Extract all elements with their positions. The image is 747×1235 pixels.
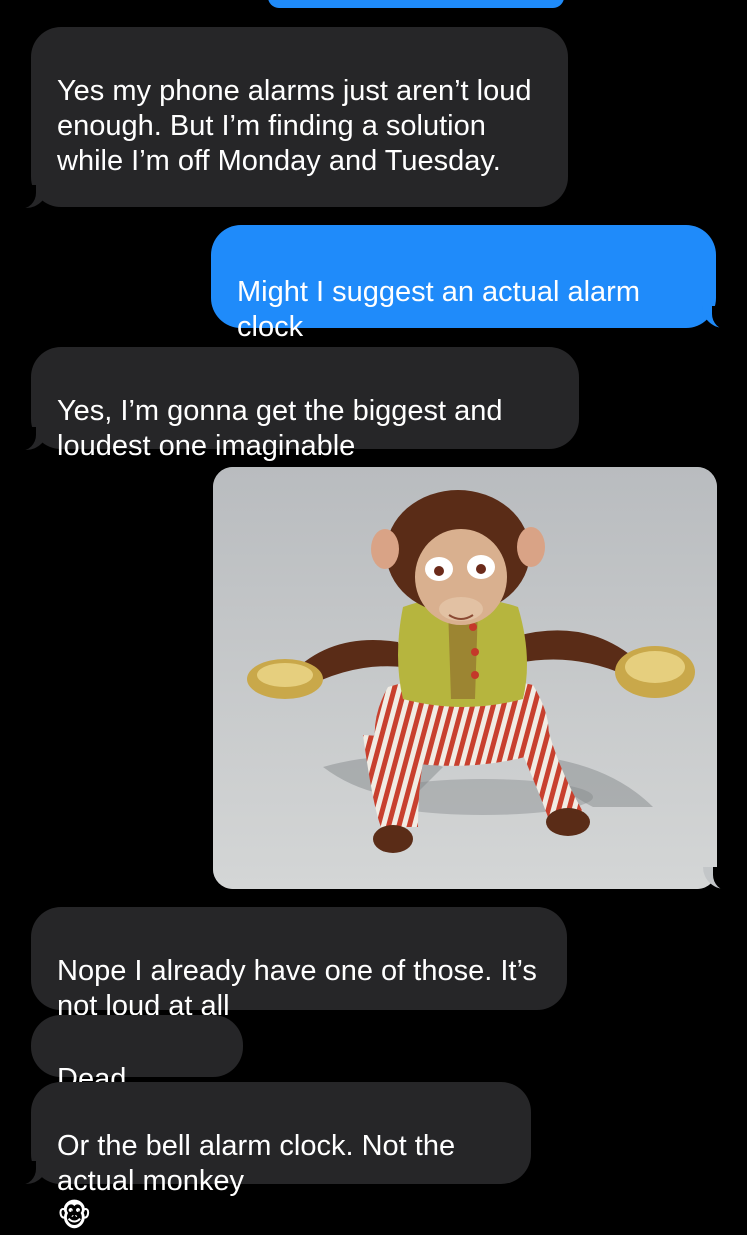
incoming-message-bubble[interactable]: Yes my phone alarms just aren’t loud eno…	[31, 27, 568, 207]
previous-outgoing-bubble[interactable]	[268, 0, 564, 8]
incoming-message-bubble[interactable]: Or the bell alarm clock. Not the actual …	[31, 1082, 531, 1233]
message-text: Or the bell alarm clock. Not the actual …	[57, 1130, 456, 1197]
incoming-message-bubble[interactable]: Nope I already have one of those. It’s n…	[31, 907, 567, 1022]
monkey-face-icon: 🐵	[57, 1200, 92, 1233]
message-text: Yes my phone alarms just aren’t loud eno…	[57, 75, 532, 177]
incoming-message-bubble[interactable]: Yes, I’m gonna get the biggest and loude…	[31, 347, 579, 462]
message-text: Nope I already have one of those. It’s n…	[57, 955, 537, 1022]
image-message[interactable]	[213, 467, 717, 889]
cymbal-monkey-image	[213, 467, 717, 889]
message-text: Yes, I’m gonna get the biggest and loude…	[57, 395, 503, 462]
message-text: Might I suggest an actual alarm clock	[237, 276, 640, 343]
outgoing-message-bubble[interactable]: Might I suggest an actual alarm clock	[211, 225, 716, 343]
incoming-message-bubble[interactable]: Dead serious	[31, 1015, 243, 1130]
